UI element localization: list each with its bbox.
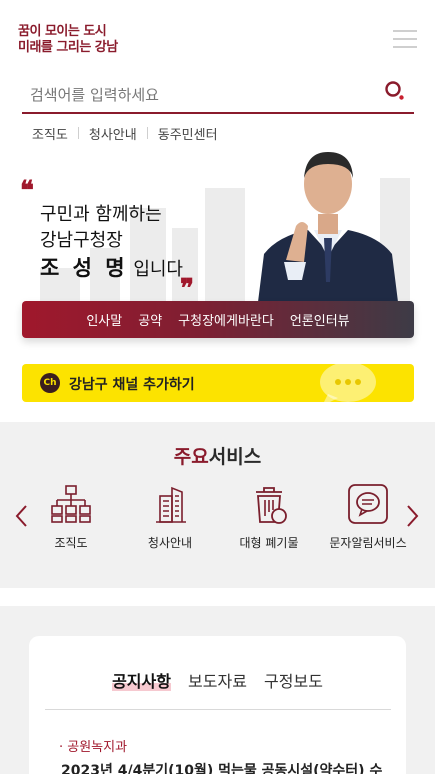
hero-line3-suffix: 입니다 (127, 259, 183, 280)
interview-link[interactable]: 언론인터뷰 (282, 310, 358, 329)
tab-district-news[interactable]: 구정보도 (264, 672, 323, 691)
mayor-name: 조 성 명 (40, 256, 128, 280)
notice-card: 공지사항 보도자료 구정보도 · 공원녹지과 2023년 4/4분기(10월) … (29, 636, 406, 774)
quick-link-org[interactable]: 조직도 (32, 124, 68, 143)
services-title: 주요서비스 (0, 442, 435, 469)
services-title-accent: 주요 (173, 446, 209, 468)
divider (45, 709, 391, 710)
trash-can-icon (256, 487, 287, 524)
service-label: 문자알림서비스 (329, 536, 407, 550)
logo-line2: 미래를 그리는 강남 (18, 40, 118, 55)
service-label: 조직도 (54, 536, 88, 550)
quick-link-community-center[interactable]: 동주민센터 (158, 124, 218, 143)
header: 꿈이 모이는 도시 미래를 그리는 강남 (0, 0, 435, 70)
request-link[interactable]: 구청장에게바란다 (170, 310, 282, 329)
divider (146, 127, 148, 139)
mayor-portrait (258, 152, 398, 302)
hero-menu-bar: 인사말 공약 구청장에게바란다 언론인터뷰 (22, 301, 414, 338)
pledge-link[interactable]: 공약 (130, 310, 170, 329)
hamburger-menu-icon[interactable] (393, 30, 417, 48)
quick-link-building[interactable]: 청사안내 (89, 124, 137, 143)
building-icon (156, 486, 186, 523)
service-building-guide[interactable]: 청사안내 (122, 482, 218, 551)
hero-line2: 강남구청장 (40, 230, 123, 251)
search-bar (22, 78, 414, 114)
kakao-channel-button[interactable]: Ch 강남구 채널 추가하기 (22, 364, 414, 402)
search-icon[interactable] (384, 80, 406, 102)
kakao-channel-icon: Ch (40, 373, 60, 393)
gangnam-logo[interactable]: 꿈이 모이는 도시 미래를 그리는 강남 (18, 20, 118, 56)
notice-title-link[interactable]: 2023년 4/4분기(10월) 먹는물 공동시설(약수터) 수 (61, 760, 391, 774)
tab-notice[interactable]: 공지사항 (112, 672, 171, 691)
message-icon (348, 484, 388, 524)
service-sms-alert[interactable]: 문자알림서비스 (320, 482, 416, 551)
service-label: 청사안내 (147, 536, 193, 550)
kakao-channel-label: 강남구 채널 추가하기 (69, 377, 195, 393)
org-chart-icon (51, 485, 91, 523)
background-building (205, 188, 245, 308)
search-input[interactable] (30, 80, 370, 110)
services-title-rest: 서비스 (208, 446, 262, 468)
service-large-waste[interactable]: 대형 폐기물 (221, 482, 317, 551)
main-services: 주요서비스 조직도 청사안내 대형 폐기물 문자알림서비스 (0, 422, 435, 588)
open-quote-icon: ❝ (20, 176, 34, 206)
greeting-link[interactable]: 인사말 (78, 310, 130, 329)
tab-press-release[interactable]: 보도자료 (188, 672, 247, 691)
hero-line1: 구민과 함께하는 (40, 204, 162, 225)
divider (77, 127, 79, 139)
speech-bubble-icon (320, 364, 376, 402)
close-quote-icon: ❞ (180, 274, 194, 304)
notice-tabs: 공지사항 보도자료 구정보도 (29, 668, 406, 692)
quick-links: 조직도 청사안내 동주민센터 (32, 124, 218, 143)
hero-line3: 조 성 명 입니다 (40, 252, 183, 282)
service-org-chart[interactable]: 조직도 (23, 482, 119, 551)
service-label: 대형 폐기물 (239, 536, 299, 550)
chevron-right-icon[interactable] (406, 504, 420, 528)
notice-department: · 공원녹지과 (59, 740, 128, 755)
